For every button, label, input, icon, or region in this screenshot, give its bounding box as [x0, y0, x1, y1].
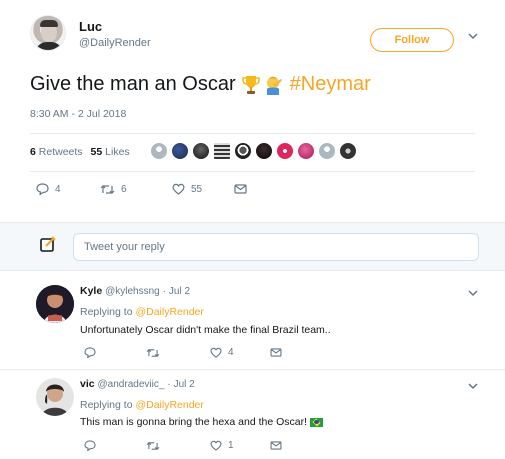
compose-icon: [40, 236, 56, 252]
replying-to-mention[interactable]: @DailyRender: [135, 399, 203, 411]
liker-avatar[interactable]: [255, 142, 273, 160]
reply-count: 4: [55, 183, 61, 195]
reply-author-handle[interactable]: @kylehssng: [105, 286, 160, 297]
hashtag-link[interactable]: #Neymar: [290, 73, 371, 96]
like-action[interactable]: 55: [172, 183, 234, 195]
reply-date[interactable]: Jul 2: [169, 286, 190, 297]
author-avatar[interactable]: [30, 15, 66, 51]
tweet-stats: 6 Retweets 55 Likes: [30, 146, 130, 158]
heart-icon: [172, 183, 185, 195]
tweet-text: Give the man an Oscar #Neymar: [30, 73, 371, 96]
retweets-label: Retweets: [38, 146, 83, 158]
message-icon: [234, 184, 247, 194]
retweet-icon: [146, 441, 160, 450]
reply-text: This man is gonna bring the hexa and the…: [80, 416, 324, 428]
reply-author-handle[interactable]: @andradeviic_: [98, 379, 165, 390]
reply-date[interactable]: Jul 2: [174, 379, 195, 390]
tweet-timestamp[interactable]: 8:30 AM - 2 Jul 2018: [30, 108, 126, 120]
author-handle[interactable]: @DailyRender: [79, 37, 151, 49]
reply-actions: 4: [84, 347, 304, 358]
retweet-action[interactable]: 6: [100, 184, 172, 195]
reply-icon: [84, 440, 96, 451]
retweets-count: 6: [30, 146, 36, 158]
retweet-icon: [100, 184, 115, 194]
reply-avatar[interactable]: [36, 285, 74, 323]
reply-action[interactable]: 4: [36, 183, 100, 195]
liker-avatar[interactable]: [150, 142, 168, 160]
divider: [30, 133, 475, 134]
reply-header: vic @andradeviic_ · Jul 2: [80, 378, 195, 390]
reply-action[interactable]: [84, 440, 146, 451]
like-count: 4: [228, 347, 234, 358]
direct-message-action[interactable]: [234, 184, 247, 194]
retweet-action[interactable]: [146, 441, 210, 451]
liker-avatar[interactable]: [234, 142, 252, 160]
replying-to: Replying to @DailyRender: [80, 306, 204, 318]
trophy-icon: [241, 75, 260, 95]
reply-input[interactable]: Tweet your reply: [73, 233, 479, 261]
reply-icon: [84, 347, 96, 358]
retweet-count: 6: [121, 183, 127, 195]
liker-avatar[interactable]: [318, 142, 336, 160]
tweet-actions: 4 6 55: [36, 183, 276, 195]
retweet-icon: [146, 348, 160, 357]
divider: [0, 369, 505, 370]
retweet-action[interactable]: [146, 348, 210, 358]
direct-message-action[interactable]: [270, 348, 282, 357]
follow-button[interactable]: Follow: [370, 28, 454, 52]
reply-input-placeholder: Tweet your reply: [84, 241, 165, 253]
facepalm-emoji-icon: [264, 75, 284, 95]
reply-avatar[interactable]: [36, 378, 74, 416]
author-name[interactable]: Luc: [79, 19, 102, 34]
heart-icon: [210, 347, 222, 358]
retweets-stat[interactable]: 6 Retweets: [30, 146, 83, 158]
liker-avatar[interactable]: [171, 142, 189, 160]
direct-message-action[interactable]: [270, 441, 282, 450]
reply-author-name[interactable]: Kyle: [80, 285, 102, 297]
message-icon: [270, 441, 282, 450]
likers-avatars: [150, 142, 357, 160]
liker-avatar[interactable]: [213, 142, 231, 160]
replying-to-label: Replying to: [80, 399, 133, 411]
divider: [30, 171, 475, 172]
message-icon: [270, 348, 282, 357]
reply-author-name[interactable]: vic: [80, 378, 95, 390]
liker-avatar[interactable]: [297, 142, 315, 160]
reply-header: Kyle @kylehssng · Jul 2: [80, 285, 191, 297]
reply-text-body: This man is gonna bring the hexa and the…: [80, 416, 308, 428]
likes-stat[interactable]: 55 Likes: [91, 146, 130, 158]
brazil-flag-icon: [310, 417, 324, 427]
like-action[interactable]: 4: [210, 347, 270, 358]
chevron-down-icon[interactable]: [468, 32, 478, 43]
reply-text: Unfortunately Oscar didn't make the fina…: [80, 324, 331, 336]
like-count: 1: [228, 440, 234, 451]
chevron-down-icon[interactable]: [468, 289, 478, 300]
replying-to-mention[interactable]: @DailyRender: [135, 306, 203, 318]
likes-label: Likes: [105, 146, 130, 158]
chevron-down-icon[interactable]: [468, 382, 478, 393]
replying-to-label: Replying to: [80, 306, 133, 318]
liker-avatar[interactable]: [339, 142, 357, 160]
heart-icon: [210, 440, 222, 451]
like-count: 55: [191, 183, 203, 195]
tweet-body: Give the man an Oscar: [30, 73, 236, 95]
likes-count: 55: [90, 146, 103, 158]
liker-avatar[interactable]: [192, 142, 210, 160]
replying-to: Replying to @DailyRender: [80, 399, 204, 411]
reply-icon: [36, 183, 49, 195]
like-action[interactable]: 1: [210, 440, 270, 451]
liker-avatar[interactable]: [276, 142, 294, 160]
reply-action[interactable]: [84, 347, 146, 358]
reply-actions: 1: [84, 440, 304, 451]
